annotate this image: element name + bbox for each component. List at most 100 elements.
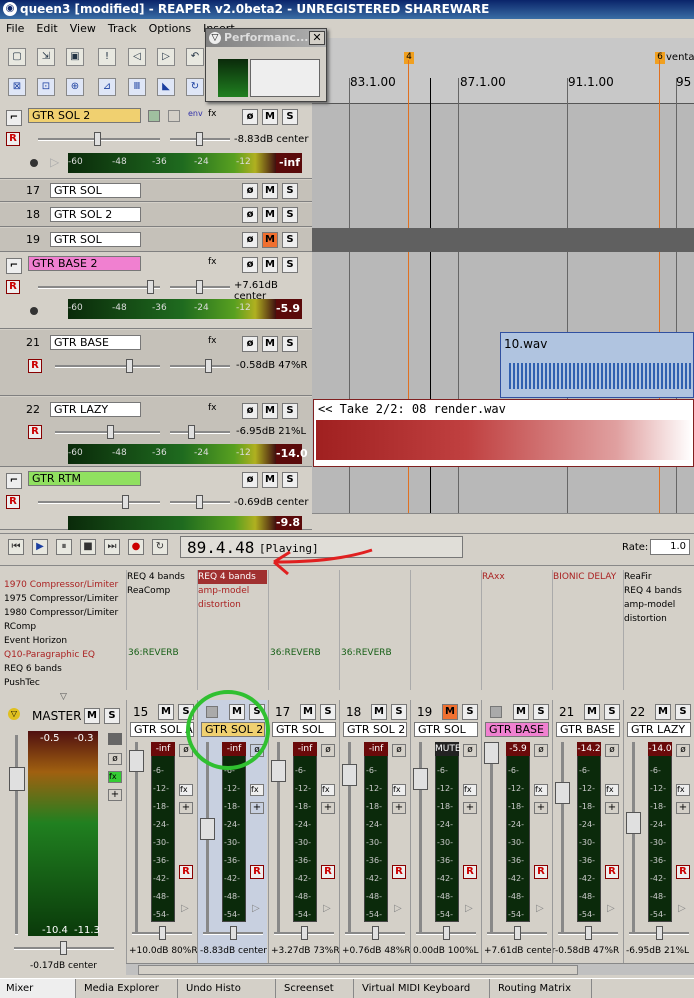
fx-list-item[interactable]: REQ 6 bands: [4, 662, 122, 676]
add-icon[interactable]: +: [605, 802, 619, 814]
performance-meter-window[interactable]: Performanc... ▽ ✕: [205, 28, 327, 102]
add-icon[interactable]: +: [108, 789, 122, 801]
menu-options[interactable]: Options: [143, 22, 197, 35]
fx-column-22[interactable]: ReaFir REQ 4 bands amp-model distortion: [623, 570, 693, 690]
fx-list-item[interactable]: RComp: [4, 620, 122, 634]
marker-4[interactable]: 4: [404, 52, 414, 64]
tab-media-explorer[interactable]: Media Explorer: [78, 979, 178, 998]
add-icon[interactable]: +: [179, 802, 193, 814]
tab-virtual-midi-keyboard[interactable]: Virtual MIDI Keyboard: [356, 979, 490, 998]
pan-knob[interactable]: [656, 926, 663, 940]
folder-icon[interactable]: ⌐: [6, 110, 22, 126]
envelope-lock-icon[interactable]: ⊿: [98, 78, 116, 96]
fx-slot[interactable]: REQ 4 bands: [624, 584, 693, 598]
phase-button[interactable]: ø: [463, 744, 477, 757]
fx-list-item[interactable]: Event Horizon: [4, 634, 122, 648]
pan-knob[interactable]: [514, 926, 521, 940]
send-reverb[interactable]: 36:REVERB: [341, 648, 392, 658]
media-item-10wav[interactable]: 10.wav: [500, 332, 694, 398]
bars-icon[interactable]: Ⅲ: [128, 78, 146, 96]
mute-button[interactable]: M: [158, 704, 174, 720]
volume-fader-knob[interactable]: [484, 742, 499, 764]
track-name[interactable]: GTR SOL: [50, 232, 141, 247]
volume-knob[interactable]: [122, 495, 129, 509]
phase-button[interactable]: ø: [534, 744, 548, 757]
send-reverb[interactable]: 36:REVERB: [270, 648, 321, 658]
volume-fader[interactable]: [38, 286, 160, 289]
track-name[interactable]: GTR SOL 2: [28, 108, 141, 123]
solo-button[interactable]: S: [282, 257, 298, 273]
phase-button[interactable]: ø: [242, 257, 258, 273]
record-arm-button[interactable]: R: [6, 132, 20, 146]
solo-button[interactable]: S: [282, 336, 298, 352]
metronome-icon[interactable]: ◣: [157, 78, 175, 96]
phase-button[interactable]: ø: [242, 207, 258, 223]
strip-name[interactable]: GTR SOL 2: [343, 722, 407, 737]
solo-button[interactable]: S: [462, 704, 478, 720]
phase-button[interactable]: ø: [321, 744, 335, 757]
mute-button[interactable]: M: [262, 403, 278, 419]
mute-button[interactable]: M: [262, 232, 278, 248]
record-arm-button[interactable]: R: [250, 865, 264, 879]
volume-fader-track[interactable]: [490, 742, 493, 932]
fx-column-gtr-base-2[interactable]: RAxx: [481, 570, 551, 690]
record-arm-button[interactable]: R: [28, 359, 42, 373]
undo-icon[interactable]: ↶: [186, 48, 204, 66]
fx-list[interactable]: 1970 Compressor/Limiter 1975 Compressor/…: [4, 578, 122, 690]
pan-knob[interactable]: [585, 926, 592, 940]
solo-button[interactable]: S: [604, 704, 620, 720]
perf-title[interactable]: Performanc...: [206, 29, 326, 47]
track-name[interactable]: GTR SOL 2: [50, 207, 141, 222]
track-name[interactable]: GTR SOL: [50, 183, 141, 198]
pan-knob[interactable]: [196, 280, 203, 294]
fx-slot[interactable]: amp-model: [624, 598, 693, 612]
mute-button[interactable]: M: [655, 704, 671, 720]
add-icon[interactable]: +: [534, 802, 548, 814]
add-icon[interactable]: +: [392, 802, 406, 814]
solo-button[interactable]: S: [282, 183, 298, 199]
pan-knob[interactable]: [159, 926, 166, 940]
pan-knob[interactable]: [230, 926, 237, 940]
go-start-icon[interactable]: ⏮: [8, 539, 24, 555]
tab-screenset[interactable]: Screenset: [278, 979, 354, 998]
mute-button[interactable]: M: [262, 472, 278, 488]
pan-knob[interactable]: [443, 926, 450, 940]
fx-list-item[interactable]: PushTec: [4, 676, 122, 690]
snap-icon[interactable]: ⊠: [8, 78, 26, 96]
track-gtr-rtm[interactable]: ⌐ GTR RTM ø M S R -0.69dB center -9.8: [0, 468, 312, 530]
pan-knob[interactable]: [301, 926, 308, 940]
scroll-down-icon[interactable]: ▽: [60, 692, 67, 702]
fx-button[interactable]: fx: [108, 771, 122, 783]
io-icon[interactable]: [168, 110, 180, 122]
marker-6[interactable]: 6: [655, 52, 665, 64]
phase-button[interactable]: ø: [242, 109, 258, 125]
track-17[interactable]: 17 GTR SOL ø M S: [0, 180, 312, 202]
save-project-icon[interactable]: ▣: [66, 48, 84, 66]
pause-icon[interactable]: ⏸: [56, 539, 72, 555]
scroll-thumb[interactable]: [138, 965, 578, 975]
fx-slot[interactable]: REQ 4 bands: [127, 570, 196, 584]
monitor-icon[interactable]: [30, 159, 38, 167]
track-name[interactable]: GTR BASE: [50, 335, 141, 350]
timeline-ruler[interactable]: 4 6 venta 83.1.00 87.1.00 91.1.00 95: [312, 38, 694, 104]
pan-fader[interactable]: [170, 365, 230, 368]
track-19[interactable]: 19 GTR SOL ø M S: [0, 228, 312, 252]
send-reverb[interactable]: 36:REVERB: [128, 648, 179, 658]
volume-fader-track[interactable]: [561, 742, 564, 932]
fx-button[interactable]: fx: [179, 784, 193, 796]
strip-name[interactable]: GTR LAZY: [627, 722, 691, 737]
volume-fader-knob[interactable]: [413, 768, 428, 790]
mute-button[interactable]: M: [262, 257, 278, 273]
mute-button[interactable]: M: [262, 109, 278, 125]
fx-button[interactable]: fx: [208, 109, 217, 119]
folder-icon[interactable]: [490, 706, 502, 718]
monitor-icon[interactable]: [30, 307, 38, 315]
fx-slot[interactable]: distortion: [198, 598, 267, 612]
fx-column-gtr-sol-2[interactable]: REQ 4 bands amp-model distortion: [197, 570, 267, 690]
rewind-item-icon[interactable]: ◁: [128, 48, 146, 66]
new-project-icon[interactable]: ▢: [8, 48, 26, 66]
volume-fader[interactable]: [55, 365, 160, 368]
track-name[interactable]: GTR RTM: [28, 471, 141, 486]
add-icon[interactable]: +: [321, 802, 335, 814]
strip-name[interactable]: GTR SOL: [414, 722, 478, 737]
